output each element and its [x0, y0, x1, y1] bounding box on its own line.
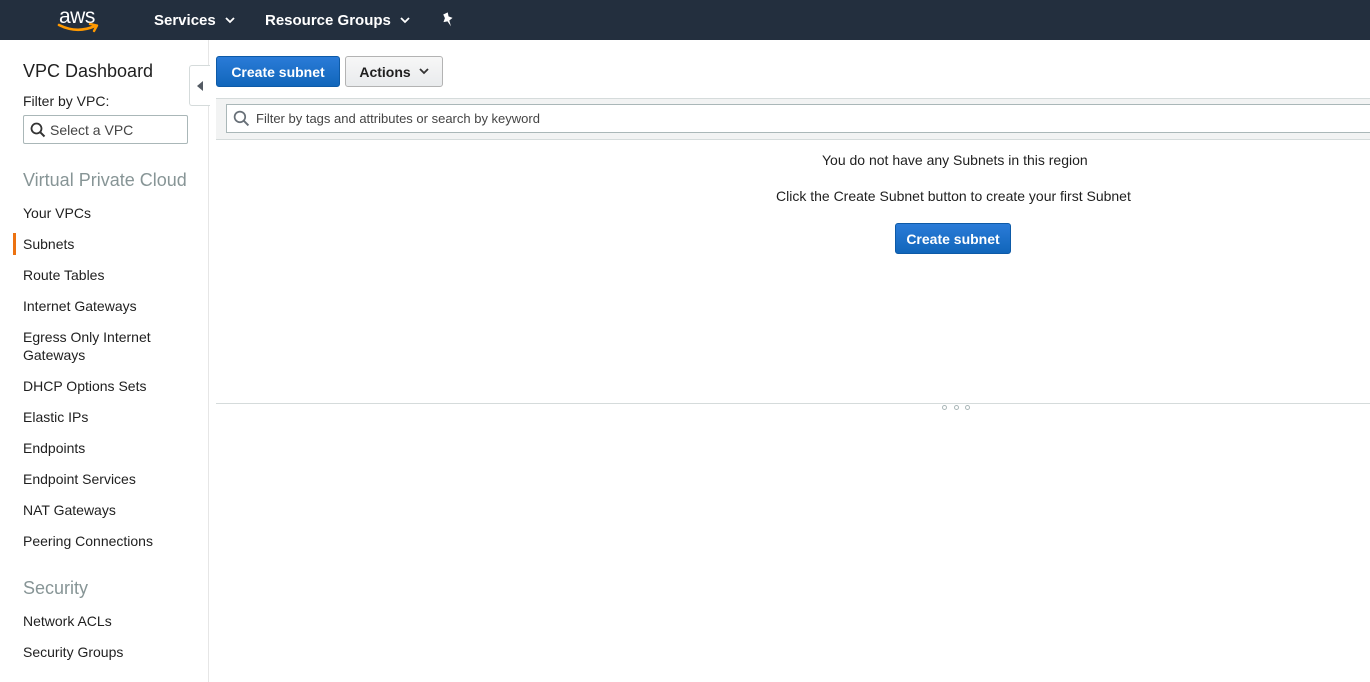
sidebar-item-elastic-ips[interactable]: Elastic IPs [23, 408, 193, 426]
sidebar-item-subnets[interactable]: Subnets [23, 235, 193, 253]
aws-logo[interactable]: aws [57, 5, 103, 35]
filter-by-vpc-label: Filter by VPC: [23, 93, 110, 109]
vpc-select-placeholder: Select a VPC [50, 121, 134, 138]
search-input[interactable]: Filter by tags and attributes or search … [226, 104, 1370, 133]
vpc-select[interactable]: Select a VPC [23, 115, 188, 144]
vpc-dashboard-link[interactable]: VPC Dashboard [23, 61, 153, 82]
section-virtual-private-cloud: Virtual Private Cloud [23, 170, 187, 190]
sidebar-item-endpoints[interactable]: Endpoints [23, 439, 193, 457]
filter-bar: Filter by tags and attributes or search … [216, 98, 1370, 140]
chevron-down-icon [225, 16, 235, 24]
collapse-left-icon [196, 80, 203, 91]
grip-dot [942, 405, 947, 410]
sidebar-item-peering-connections[interactable]: Peering Connections [23, 532, 193, 550]
active-item-marker [13, 233, 16, 255]
resize-grip-icon[interactable] [942, 405, 970, 413]
search-icon [30, 122, 46, 138]
actions-label: Actions [359, 63, 411, 80]
aws-smile-icon [57, 22, 99, 33]
resource-groups-menu[interactable]: Resource Groups [265, 0, 410, 40]
sidebar-item-endpoint-services[interactable]: Endpoint Services [23, 470, 193, 488]
top-navigation-bar: aws Services Resource Groups [0, 0, 1370, 40]
create-subnet-button[interactable]: Create subnet [216, 56, 340, 87]
empty-state-message: You do not have any Subnets in this regi… [822, 152, 1088, 168]
sidebar-item-security-groups[interactable]: Security Groups [23, 643, 193, 661]
pin-shortcuts-button[interactable] [441, 0, 455, 40]
create-subnet-button-empty-state[interactable]: Create subnet [895, 223, 1011, 254]
sidebar-item-internet-gateways[interactable]: Internet Gateways [23, 297, 193, 315]
search-icon [233, 110, 250, 127]
sidebar: VPC Dashboard Filter by VPC: Select a VP… [0, 40, 209, 682]
empty-state-hint: Click the Create Subnet button to create… [776, 188, 1131, 204]
collapse-sidebar-button[interactable] [189, 65, 210, 106]
sidebar-item-dhcp-options-sets[interactable]: DHCP Options Sets [23, 377, 193, 395]
grip-dot [953, 405, 959, 410]
sidebar-item-network-acls[interactable]: Network ACLs [23, 612, 193, 630]
sidebar-item-your-vpcs[interactable]: Your VPCs [23, 204, 193, 222]
panel-splitter [216, 403, 1370, 404]
sidebar-item-route-tables[interactable]: Route Tables [23, 266, 193, 284]
section-security: Security [23, 578, 89, 598]
resource-groups-label: Resource Groups [265, 11, 391, 29]
sidebar-item-nat-gateways[interactable]: NAT Gateways [23, 501, 193, 519]
services-menu[interactable]: Services [154, 0, 235, 40]
sidebar-item-egress-only-internet-gateways[interactable]: Egress Only Internet Gateways [23, 328, 163, 364]
actions-dropdown[interactable]: Actions [345, 56, 443, 87]
search-placeholder: Filter by tags and attributes or search … [256, 111, 540, 126]
services-label: Services [154, 11, 216, 29]
grip-dot [965, 405, 970, 410]
chevron-down-icon [400, 16, 410, 24]
chevron-down-icon [419, 68, 429, 75]
pin-icon [443, 12, 453, 27]
